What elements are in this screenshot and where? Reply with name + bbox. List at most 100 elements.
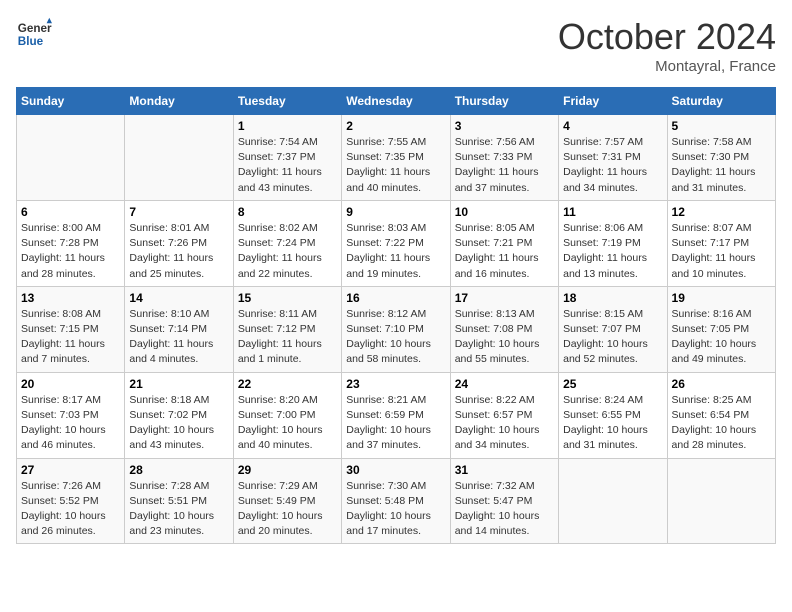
day-number: 10 <box>455 205 554 219</box>
day-info: Sunrise: 8:18 AM Sunset: 7:02 PM Dayligh… <box>129 393 228 454</box>
day-info: Sunrise: 8:22 AM Sunset: 6:57 PM Dayligh… <box>455 393 554 454</box>
day-info: Sunrise: 7:29 AM Sunset: 5:49 PM Dayligh… <box>238 479 337 540</box>
week-row-4: 20 Sunrise: 8:17 AM Sunset: 7:03 PM Dayli… <box>17 372 776 458</box>
day-info: Sunrise: 8:11 AM Sunset: 7:12 PM Dayligh… <box>238 307 337 368</box>
calendar-cell: 28 Sunrise: 7:28 AM Sunset: 5:51 PM Dayli… <box>125 458 233 544</box>
calendar-cell: 1Sunrise: 7:54 AM Sunset: 7:37 PM Daylig… <box>233 115 341 201</box>
day-info: Sunrise: 7:56 AM Sunset: 7:33 PM Dayligh… <box>455 135 554 196</box>
day-info: Sunrise: 8:21 AM Sunset: 6:59 PM Dayligh… <box>346 393 445 454</box>
day-number: 28 <box>129 463 228 477</box>
calendar-cell <box>125 115 233 201</box>
day-info: Sunrise: 8:15 AM Sunset: 7:07 PM Dayligh… <box>563 307 662 368</box>
day-number: 11 <box>563 205 662 219</box>
calendar-cell <box>17 115 125 201</box>
calendar-cell: 10 Sunrise: 8:05 AM Sunset: 7:21 PM Dayli… <box>450 200 558 286</box>
logo-icon: General Blue <box>16 16 52 52</box>
day-number: 6 <box>21 205 120 219</box>
calendar-cell: 2Sunrise: 7:55 AM Sunset: 7:35 PM Daylig… <box>342 115 450 201</box>
calendar-cell: 8Sunrise: 8:02 AM Sunset: 7:24 PM Daylig… <box>233 200 341 286</box>
calendar-cell: 5 Sunrise: 7:58 AM Sunset: 7:30 PM Daylig… <box>667 115 775 201</box>
title-area: October 2024 Montayral, France <box>558 16 776 75</box>
day-number: 24 <box>455 377 554 391</box>
day-number: 21 <box>129 377 228 391</box>
location: Montayral, France <box>558 58 776 75</box>
day-info: Sunrise: 8:00 AM Sunset: 7:28 PM Dayligh… <box>21 221 120 282</box>
calendar-cell: 9Sunrise: 8:03 AM Sunset: 7:22 PM Daylig… <box>342 200 450 286</box>
day-info: Sunrise: 7:57 AM Sunset: 7:31 PM Dayligh… <box>563 135 662 196</box>
calendar-cell: 3 Sunrise: 7:56 AM Sunset: 7:33 PM Daylig… <box>450 115 558 201</box>
day-number: 15 <box>238 291 337 305</box>
week-row-3: 13 Sunrise: 8:08 AM Sunset: 7:15 PM Dayli… <box>17 286 776 372</box>
day-info: Sunrise: 8:10 AM Sunset: 7:14 PM Dayligh… <box>129 307 228 368</box>
weekday-header-friday: Friday <box>559 88 667 115</box>
week-row-1: 1Sunrise: 7:54 AM Sunset: 7:37 PM Daylig… <box>17 115 776 201</box>
svg-text:Blue: Blue <box>18 35 44 48</box>
calendar-cell <box>667 458 775 544</box>
day-number: 27 <box>21 463 120 477</box>
calendar-cell: 19Sunrise: 8:16 AM Sunset: 7:05 PM Dayli… <box>667 286 775 372</box>
day-number: 4 <box>563 119 662 133</box>
day-info: Sunrise: 8:12 AM Sunset: 7:10 PM Dayligh… <box>346 307 445 368</box>
day-number: 12 <box>672 205 771 219</box>
calendar-cell: 31 Sunrise: 7:32 AM Sunset: 5:47 PM Dayli… <box>450 458 558 544</box>
day-number: 17 <box>455 291 554 305</box>
calendar-cell: 22Sunrise: 8:20 AM Sunset: 7:00 PM Dayli… <box>233 372 341 458</box>
day-info: Sunrise: 8:07 AM Sunset: 7:17 PM Dayligh… <box>672 221 771 282</box>
day-number: 26 <box>672 377 771 391</box>
calendar-cell: 27 Sunrise: 7:26 AM Sunset: 5:52 PM Dayli… <box>17 458 125 544</box>
day-number: 22 <box>238 377 337 391</box>
calendar-cell: 14 Sunrise: 8:10 AM Sunset: 7:14 PM Dayli… <box>125 286 233 372</box>
day-number: 31 <box>455 463 554 477</box>
weekday-header-wednesday: Wednesday <box>342 88 450 115</box>
day-info: Sunrise: 7:32 AM Sunset: 5:47 PM Dayligh… <box>455 479 554 540</box>
calendar-cell: 26Sunrise: 8:25 AM Sunset: 6:54 PM Dayli… <box>667 372 775 458</box>
svg-text:General: General <box>18 22 52 35</box>
day-number: 13 <box>21 291 120 305</box>
day-info: Sunrise: 7:58 AM Sunset: 7:30 PM Dayligh… <box>672 135 771 196</box>
calendar-cell: 24 Sunrise: 8:22 AM Sunset: 6:57 PM Dayli… <box>450 372 558 458</box>
day-number: 2 <box>346 119 445 133</box>
day-number: 5 <box>672 119 771 133</box>
calendar-cell: 30 Sunrise: 7:30 AM Sunset: 5:48 PM Dayli… <box>342 458 450 544</box>
calendar-cell: 4 Sunrise: 7:57 AM Sunset: 7:31 PM Daylig… <box>559 115 667 201</box>
day-info: Sunrise: 7:26 AM Sunset: 5:52 PM Dayligh… <box>21 479 120 540</box>
weekday-header-saturday: Saturday <box>667 88 775 115</box>
day-number: 16 <box>346 291 445 305</box>
day-number: 3 <box>455 119 554 133</box>
day-number: 8 <box>238 205 337 219</box>
weekday-header-row: SundayMondayTuesdayWednesdayThursdayFrid… <box>17 88 776 115</box>
day-number: 20 <box>21 377 120 391</box>
day-number: 7 <box>129 205 228 219</box>
calendar-cell: 18 Sunrise: 8:15 AM Sunset: 7:07 PM Dayli… <box>559 286 667 372</box>
day-info: Sunrise: 7:30 AM Sunset: 5:48 PM Dayligh… <box>346 479 445 540</box>
calendar-cell: 16 Sunrise: 8:12 AM Sunset: 7:10 PM Dayli… <box>342 286 450 372</box>
calendar-cell: 23 Sunrise: 8:21 AM Sunset: 6:59 PM Dayli… <box>342 372 450 458</box>
day-number: 25 <box>563 377 662 391</box>
day-info: Sunrise: 8:06 AM Sunset: 7:19 PM Dayligh… <box>563 221 662 282</box>
month-title: October 2024 <box>558 16 776 58</box>
day-number: 14 <box>129 291 228 305</box>
weekday-header-tuesday: Tuesday <box>233 88 341 115</box>
day-info: Sunrise: 8:16 AM Sunset: 7:05 PM Dayligh… <box>672 307 771 368</box>
day-info: Sunrise: 8:01 AM Sunset: 7:26 PM Dayligh… <box>129 221 228 282</box>
calendar-table: SundayMondayTuesdayWednesdayThursdayFrid… <box>16 87 776 544</box>
day-number: 18 <box>563 291 662 305</box>
day-number: 9 <box>346 205 445 219</box>
header: General Blue October 2024 Montayral, Fra… <box>16 16 776 75</box>
weekday-header-thursday: Thursday <box>450 88 558 115</box>
weekday-header-sunday: Sunday <box>17 88 125 115</box>
day-info: Sunrise: 8:17 AM Sunset: 7:03 PM Dayligh… <box>21 393 120 454</box>
day-info: Sunrise: 8:08 AM Sunset: 7:15 PM Dayligh… <box>21 307 120 368</box>
day-info: Sunrise: 8:05 AM Sunset: 7:21 PM Dayligh… <box>455 221 554 282</box>
week-row-2: 6 Sunrise: 8:00 AM Sunset: 7:28 PM Daylig… <box>17 200 776 286</box>
calendar-cell: 20 Sunrise: 8:17 AM Sunset: 7:03 PM Dayli… <box>17 372 125 458</box>
calendar-cell <box>559 458 667 544</box>
calendar-cell: 13 Sunrise: 8:08 AM Sunset: 7:15 PM Dayli… <box>17 286 125 372</box>
day-info: Sunrise: 7:54 AM Sunset: 7:37 PM Dayligh… <box>238 135 337 196</box>
day-number: 23 <box>346 377 445 391</box>
week-row-5: 27 Sunrise: 7:26 AM Sunset: 5:52 PM Dayli… <box>17 458 776 544</box>
calendar-cell: 25 Sunrise: 8:24 AM Sunset: 6:55 PM Dayli… <box>559 372 667 458</box>
day-info: Sunrise: 7:28 AM Sunset: 5:51 PM Dayligh… <box>129 479 228 540</box>
day-info: Sunrise: 8:24 AM Sunset: 6:55 PM Dayligh… <box>563 393 662 454</box>
day-number: 30 <box>346 463 445 477</box>
